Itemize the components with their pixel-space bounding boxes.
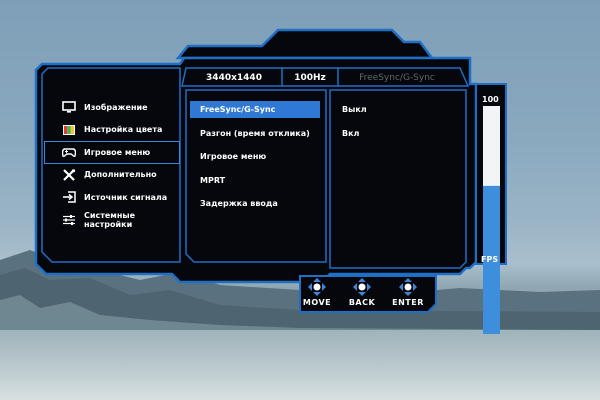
menu-item-label: Настройка цвета [84, 125, 163, 135]
refresh-rate-tab: 100Hz [294, 73, 326, 83]
option-game-mode[interactable]: Игровое меню [190, 148, 320, 172]
gamepad-icon [62, 146, 76, 158]
menu-item-picture[interactable]: Изображение [44, 96, 180, 119]
sync-mode-tab: FreeSync/G-Sync [359, 73, 435, 83]
four-way-arrow-icon [353, 278, 371, 296]
nav-enter: ENTER [386, 277, 430, 311]
value-on[interactable]: Вкл [332, 125, 452, 149]
color-palette-icon [62, 124, 76, 136]
option-freesync[interactable]: FreeSync/G-Sync [190, 101, 320, 118]
value-off[interactable]: Выкл [332, 101, 452, 125]
menu-item-label: Источник сигнала [84, 192, 168, 202]
menu-item-color[interactable]: Настройка цвета [44, 119, 180, 142]
nav-back-label: BACK [348, 298, 376, 307]
fps-bar [483, 106, 500, 334]
nav-back: BACK [340, 277, 384, 311]
option-overdrive[interactable]: Разгон (время отклика) [190, 125, 320, 149]
four-way-arrow-icon [399, 278, 417, 296]
submenu: FreeSync/G-Sync Разгон (время отклика) И… [190, 101, 320, 219]
value-list: Выкл Вкл [332, 101, 452, 148]
sliders-icon [62, 214, 76, 226]
fps-meter: 100 FPS [478, 84, 506, 334]
monitor-icon [62, 101, 76, 113]
fps-max-label: 100 [482, 95, 499, 104]
nav-enter-label: ENTER [392, 298, 424, 307]
resolution-tab: 3440x1440 [206, 73, 262, 83]
fps-label: FPS [481, 255, 499, 264]
menu-item-label: Дополнительно [84, 170, 157, 180]
menu-item-advanced[interactable]: Дополнительно [44, 164, 180, 187]
option-mprt[interactable]: MPRT [190, 172, 320, 196]
menu-item-label: Игровое меню [84, 147, 151, 157]
input-source-icon [62, 191, 76, 203]
nav-move: MOVE [295, 277, 339, 311]
tools-icon [62, 168, 76, 181]
menu-item-label: Системные настройки [84, 210, 136, 229]
menu-item-gaming[interactable]: Игровое меню [44, 141, 180, 164]
menu-item-system[interactable]: Системные настройки [44, 209, 180, 232]
four-way-arrow-icon [308, 278, 326, 296]
menu-item-input[interactable]: Источник сигнала [44, 186, 180, 209]
main-menu: Изображение Настройка цвета Игровое меню… [44, 96, 180, 231]
menu-item-label: Изображение [84, 102, 148, 112]
nav-move-label: MOVE [302, 298, 332, 307]
option-input-lag[interactable]: Задержка ввода [190, 195, 320, 219]
